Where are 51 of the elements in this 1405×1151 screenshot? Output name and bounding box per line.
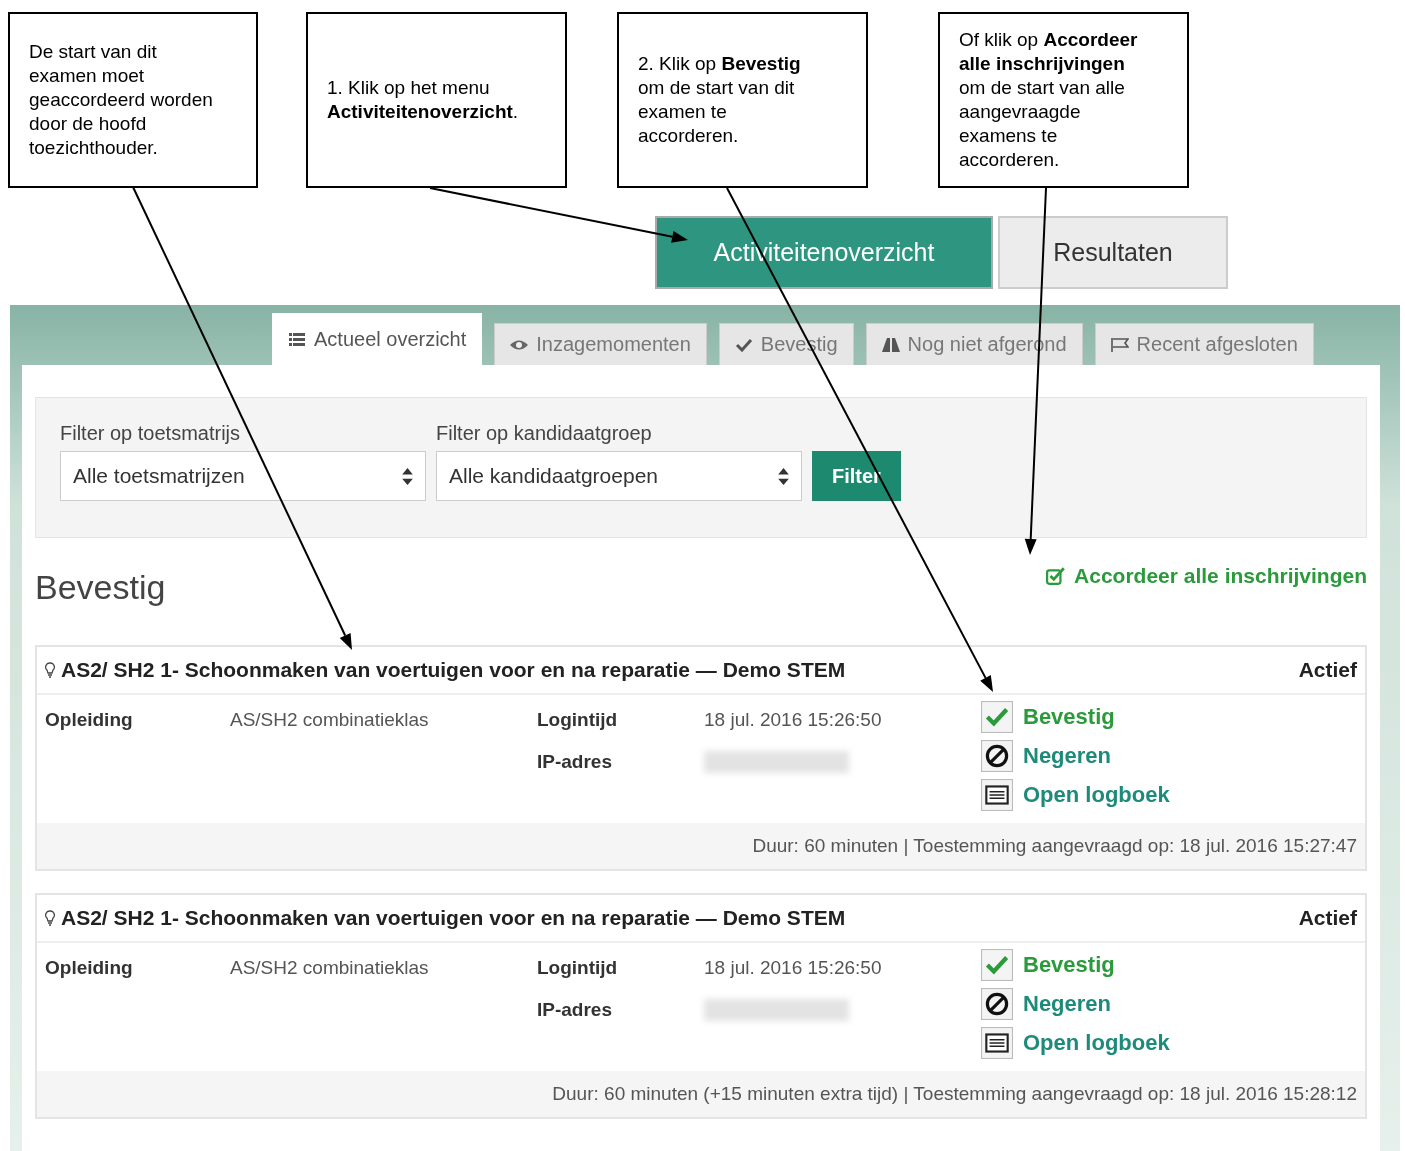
field-value: AS/SH2 combinatieklas (230, 709, 430, 732)
checkbox-icon (1046, 567, 1067, 585)
sort-caret-icon (402, 467, 413, 485)
callout-text: 2. Klik op Bevestig om de start van dit examen te accorderen. (638, 52, 802, 148)
flag-icon (1110, 337, 1129, 352)
menu-button[interactable]: Resultaten (998, 216, 1228, 289)
lightbulb-icon (45, 662, 55, 678)
field-label: Logintijd (537, 709, 619, 731)
checkmark-icon (981, 701, 1013, 733)
logbook-icon (981, 1027, 1013, 1059)
tab[interactable]: Actueel overzicht (272, 313, 483, 365)
action-link[interactable]: Open logboek (981, 779, 1357, 811)
field-label: IP-adres (537, 999, 613, 1021)
callout-text: De start van dit examen moet geaccordeerd worden door de hoofd toezichthouder. (29, 40, 214, 160)
lightbulb-icon (45, 910, 55, 926)
action-link[interactable]: Negeren (981, 988, 1357, 1020)
field-label: Opleiding (45, 709, 134, 732)
entry-title: AS2/ SH2 1- Schoonmaken van voertuigen voor en na reparatie — Demo STEM (61, 658, 846, 682)
action-link[interactable]: Negeren (981, 740, 1357, 772)
logbook-icon (981, 779, 1013, 811)
section-title: Bevestig (35, 568, 166, 607)
field-label: Opleiding (45, 957, 134, 980)
road-icon (881, 337, 900, 352)
prohibited-icon (981, 988, 1013, 1020)
action-link[interactable]: Open logboek (981, 1027, 1357, 1059)
filter-dropdown[interactable]: Alle toetsmatrijzen (60, 451, 426, 501)
tab[interactable]: Recent afgesloten (1094, 323, 1314, 365)
checkmark-icon (981, 949, 1013, 981)
field-value: 18 jul. 2016 15:26:50 (704, 957, 883, 979)
field-label: IP-adres (537, 751, 613, 773)
field-value: 18 jul. 2016 15:26:50 (704, 709, 883, 731)
tab[interactable]: Inzagemomenten (494, 323, 707, 365)
prohibited-icon (981, 740, 1013, 772)
field-label: Logintijd (537, 957, 619, 979)
entry-footer: Duur: 60 minuten | Toestemming aangevraagd op: 18 jul. 2016 15:27:47 (752, 835, 1357, 856)
action-link[interactable]: Bevestig (981, 949, 1357, 981)
approve-all-link[interactable]: Accordeer alle inschrijvingen (1046, 564, 1367, 588)
filter-label: Filter op toetsmatrijs (60, 422, 242, 445)
action-link[interactable]: Bevestig (981, 701, 1357, 733)
callout-text: Of klik op Accordeer alle inschrijvingen om de start van alle aangevraagde examens te accorderen. (959, 28, 1139, 172)
filter-dropdown[interactable]: Alle kandidaatgroepen (436, 451, 802, 501)
sort-caret-icon (778, 467, 789, 485)
filter-label: Filter op kandidaatgroep (436, 422, 653, 445)
status-label: Actief (1298, 658, 1357, 682)
list-icon (288, 332, 306, 347)
entry-title: AS2/ SH2 1- Schoonmaken van voertuigen voor en na reparatie — Demo STEM (61, 906, 846, 930)
callout-text: 1. Klik op het menu Activiteitenoverzicht. (327, 76, 520, 124)
field-value: AS/SH2 combinatieklas (230, 957, 430, 980)
check-icon (734, 337, 753, 352)
status-label: Actief (1298, 906, 1357, 930)
entry-footer: Duur: 60 minuten (+15 minuten extra tijd) | Toestemming aangevraagd op: 18 jul. 2016 15:28:12 (552, 1083, 1357, 1104)
